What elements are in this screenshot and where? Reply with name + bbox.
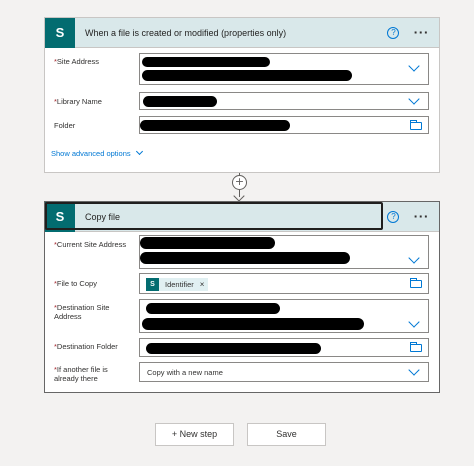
if-exists-select[interactable]: Copy with a new name xyxy=(139,362,429,382)
redaction xyxy=(146,343,321,354)
dest-site-label: *Destination Site Address xyxy=(54,303,110,321)
current-site-field[interactable] xyxy=(139,235,429,269)
more-options-icon[interactable]: ··· xyxy=(413,26,429,39)
folder-icon[interactable] xyxy=(410,342,422,352)
file-to-copy-label: *File to Copy xyxy=(54,279,97,288)
save-button[interactable]: Save xyxy=(247,423,326,446)
arrow-down-icon xyxy=(233,190,245,202)
sharepoint-icon: S xyxy=(45,17,75,48)
more-options-icon[interactable]: ··· xyxy=(413,210,429,223)
site-address-label: *Site Address xyxy=(54,57,100,66)
selected-outline xyxy=(45,202,383,230)
if-exists-value: Copy with a new name xyxy=(147,368,223,377)
redaction xyxy=(142,57,270,67)
dest-folder-field[interactable] xyxy=(139,338,429,357)
show-advanced-options[interactable]: Show advanced options xyxy=(51,147,143,158)
dest-folder-label: *Destination Folder xyxy=(54,342,118,351)
chevron-down-icon[interactable] xyxy=(408,364,420,376)
if-exists-label: *If another file is already there xyxy=(54,365,108,383)
dest-site-field[interactable] xyxy=(139,299,429,333)
redaction xyxy=(142,70,352,81)
action-card: S Copy file ? ··· *Current Site Address … xyxy=(44,201,440,393)
chevron-down-icon[interactable] xyxy=(408,316,420,328)
current-site-label: *Current Site Address xyxy=(54,240,127,249)
trigger-header[interactable]: S When a file is created or modified (pr… xyxy=(45,17,439,48)
chevron-down-icon[interactable] xyxy=(408,60,420,72)
new-step-button[interactable]: + New step xyxy=(155,423,234,446)
redaction xyxy=(146,303,280,314)
action-header[interactable]: S Copy file ? ··· xyxy=(45,201,439,232)
chevron-down-icon[interactable] xyxy=(408,93,420,105)
redaction xyxy=(140,252,350,264)
library-name-label: *Library Name xyxy=(54,97,102,106)
trigger-title[interactable]: When a file is created or modified (prop… xyxy=(85,28,387,38)
chevron-down-icon xyxy=(135,147,143,156)
library-name-field[interactable] xyxy=(139,92,429,110)
redaction xyxy=(140,237,275,249)
redaction xyxy=(143,96,217,107)
insert-step-icon[interactable]: + xyxy=(232,175,247,190)
help-icon[interactable]: ? xyxy=(387,26,400,39)
remove-token-icon[interactable]: × xyxy=(200,280,205,289)
trigger-card: S When a file is created or modified (pr… xyxy=(44,17,440,173)
chevron-down-icon[interactable] xyxy=(408,252,420,264)
folder-icon[interactable] xyxy=(410,120,422,130)
folder-icon[interactable] xyxy=(410,278,422,288)
sharepoint-icon: S xyxy=(146,278,159,291)
folder-label: Folder xyxy=(54,121,76,130)
identifier-token[interactable]: S Identifier × xyxy=(146,278,209,291)
redaction xyxy=(140,120,290,131)
help-icon[interactable]: ? xyxy=(387,210,400,223)
redaction xyxy=(142,318,364,330)
file-to-copy-field[interactable]: S Identifier × xyxy=(139,273,429,294)
site-address-field[interactable] xyxy=(139,53,429,85)
folder-field[interactable] xyxy=(139,116,429,134)
